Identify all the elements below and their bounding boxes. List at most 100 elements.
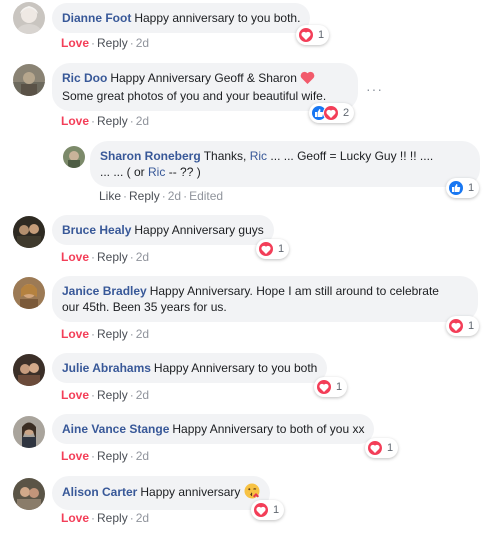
comment-bubble: Sharon Roneberg Thanks, Ric ... ... Geoff… bbox=[90, 141, 480, 187]
edited-label[interactable]: Edited bbox=[189, 189, 223, 203]
comment-actions: Love · Reply · 2d bbox=[61, 511, 150, 525]
reaction-summary[interactable]: 1 bbox=[365, 438, 399, 458]
comment-author-link[interactable]: Bruce Healy bbox=[62, 223, 131, 237]
reaction-summary[interactable]: 1 bbox=[256, 239, 290, 259]
love-button[interactable]: Love bbox=[61, 114, 89, 128]
comment-item: Julie Abrahams Happy Anniversary to you b… bbox=[0, 350, 485, 406]
love-button[interactable]: Love bbox=[61, 250, 89, 264]
comment-text: -- ?? ) bbox=[168, 165, 201, 179]
comment-bubble: Ric Doo Happy Anniversary Geoff & Sharon … bbox=[52, 63, 358, 111]
comment-text: ... ... ( or bbox=[100, 165, 145, 179]
comment-text: our 45th. Been 35 years for us. bbox=[62, 300, 227, 314]
reaction-summary[interactable]: 1 bbox=[296, 25, 330, 45]
mention-link[interactable]: Ric bbox=[148, 165, 165, 179]
comment-item: Dianne Foot Happy anniversary to you both… bbox=[0, 0, 485, 52]
timestamp-link[interactable]: 2d bbox=[168, 189, 181, 203]
comment-text: Happy anniversary to you both. bbox=[134, 11, 301, 25]
comment-bubble: Bruce Healy Happy Anniversary guys bbox=[52, 215, 274, 245]
avatar[interactable] bbox=[13, 478, 45, 510]
love-button[interactable]: Love bbox=[61, 511, 89, 525]
timestamp-link[interactable]: 2d bbox=[136, 250, 149, 264]
reply-item: Sharon Roneberg Thanks, Ric ... ... Geoff… bbox=[0, 140, 485, 206]
love-button[interactable]: Love bbox=[61, 449, 89, 463]
reply-button[interactable]: Reply bbox=[97, 250, 128, 264]
reply-button[interactable]: Reply bbox=[97, 449, 128, 463]
like-icon bbox=[448, 180, 464, 196]
comment-author-link[interactable]: Julie Abrahams bbox=[62, 361, 151, 375]
reply-button[interactable]: Reply bbox=[97, 327, 128, 341]
comment-item: Ric Doo Happy Anniversary Geoff & Sharon … bbox=[0, 60, 485, 140]
love-button[interactable]: Love bbox=[61, 327, 89, 341]
comment-author-link[interactable]: Aine Vance Stange bbox=[62, 422, 169, 436]
comment-text: Happy Anniversary to you both bbox=[153, 361, 318, 375]
comment-actions: Like · Reply · 2d · Edited bbox=[99, 189, 224, 203]
heart-icon bbox=[448, 318, 464, 334]
comment-actions: Love · Reply · 2d bbox=[61, 250, 150, 264]
like-button[interactable]: Like bbox=[99, 189, 121, 203]
comment-text: Happy Anniversary guys bbox=[134, 223, 264, 237]
comment-bubble: Julie Abrahams Happy Anniversary to you b… bbox=[52, 353, 328, 383]
comment-item: Janice Bradley Happy Anniversary. Hope I … bbox=[0, 273, 485, 345]
reaction-summary[interactable]: 1 bbox=[446, 316, 480, 336]
timestamp-link[interactable]: 2d bbox=[136, 114, 149, 128]
heart-icon bbox=[323, 105, 339, 121]
comment-actions: Love · Reply · 2d bbox=[61, 36, 150, 50]
reaction-summary[interactable]: 2 bbox=[309, 103, 355, 123]
timestamp-link[interactable]: 2d bbox=[136, 388, 149, 402]
comment-bubble: Aine Vance Stange Happy Anniversary to bo… bbox=[52, 414, 375, 444]
heart-icon bbox=[316, 379, 332, 395]
mention-link[interactable]: Ric bbox=[250, 149, 267, 163]
avatar[interactable] bbox=[13, 216, 45, 248]
reaction-count: 1 bbox=[273, 504, 280, 516]
comment-text: Happy Anniversary Geoff & Sharon bbox=[110, 71, 297, 85]
reply-button[interactable]: Reply bbox=[97, 511, 128, 525]
reaction-count: 1 bbox=[387, 442, 394, 454]
reply-button[interactable]: Reply bbox=[97, 388, 128, 402]
more-options-icon[interactable]: ··· bbox=[366, 82, 383, 96]
comment-author-link[interactable]: Dianne Foot bbox=[62, 11, 131, 25]
comment-author-link[interactable]: Janice Bradley bbox=[62, 284, 147, 298]
comment-text: Happy anniversary bbox=[140, 485, 241, 499]
comment-bubble: Janice Bradley Happy Anniversary. Hope I … bbox=[52, 276, 478, 322]
comment-text: Thanks, bbox=[203, 149, 247, 163]
reply-button[interactable]: Reply bbox=[129, 189, 160, 203]
comment-actions: Love · Reply · 2d bbox=[61, 388, 150, 402]
comment-author-link[interactable]: Alison Carter bbox=[62, 485, 137, 499]
comment-item: Bruce Healy Happy Anniversary guys 1 Love… bbox=[0, 212, 485, 266]
love-button[interactable]: Love bbox=[61, 388, 89, 402]
comment-bubble: Dianne Foot Happy anniversary to you both… bbox=[52, 3, 311, 33]
avatar[interactable] bbox=[13, 354, 45, 386]
reaction-summary[interactable]: 1 bbox=[251, 500, 285, 520]
avatar[interactable] bbox=[13, 2, 45, 34]
timestamp-link[interactable]: 2d bbox=[136, 327, 149, 341]
comment-actions: Love · Reply · 2d bbox=[61, 449, 150, 463]
comment-text: Happy Anniversary. Hope I am still aroun… bbox=[149, 284, 439, 298]
timestamp-link[interactable]: 2d bbox=[136, 36, 149, 50]
reply-button[interactable]: Reply bbox=[97, 114, 128, 128]
avatar[interactable] bbox=[63, 146, 85, 168]
reaction-count: 1 bbox=[468, 182, 475, 194]
avatar[interactable] bbox=[13, 64, 45, 96]
comment-item: Alison Carter Happy anniversary 1 Love · Re… bbox=[0, 473, 485, 533]
heart-icon bbox=[258, 241, 274, 257]
reaction-summary[interactable]: 1 bbox=[314, 377, 348, 397]
reaction-count: 1 bbox=[468, 320, 475, 332]
timestamp-link[interactable]: 2d bbox=[136, 449, 149, 463]
comment-text: Happy Anniversary to both of you xx bbox=[172, 422, 365, 436]
avatar[interactable] bbox=[13, 277, 45, 309]
red-heart-icon bbox=[300, 71, 315, 88]
comment-actions: Love · Reply · 2d bbox=[61, 114, 150, 128]
comment-author-link[interactable]: Sharon Roneberg bbox=[100, 149, 201, 163]
reaction-summary[interactable]: 1 bbox=[446, 178, 480, 198]
avatar[interactable] bbox=[13, 416, 45, 448]
love-button[interactable]: Love bbox=[61, 36, 89, 50]
timestamp-link[interactable]: 2d bbox=[136, 511, 149, 525]
comment-text: ... ... Geoff = Lucky Guy !! !! .... bbox=[270, 149, 434, 163]
heart-icon bbox=[253, 502, 269, 518]
heart-icon bbox=[367, 440, 383, 456]
reaction-count: 2 bbox=[343, 107, 350, 119]
reply-button[interactable]: Reply bbox=[97, 36, 128, 50]
comment-item: Aine Vance Stange Happy Anniversary to bo… bbox=[0, 411, 485, 467]
comment-author-link[interactable]: Ric Doo bbox=[62, 71, 107, 85]
comment-bubble: Alison Carter Happy anniversary bbox=[52, 476, 270, 510]
